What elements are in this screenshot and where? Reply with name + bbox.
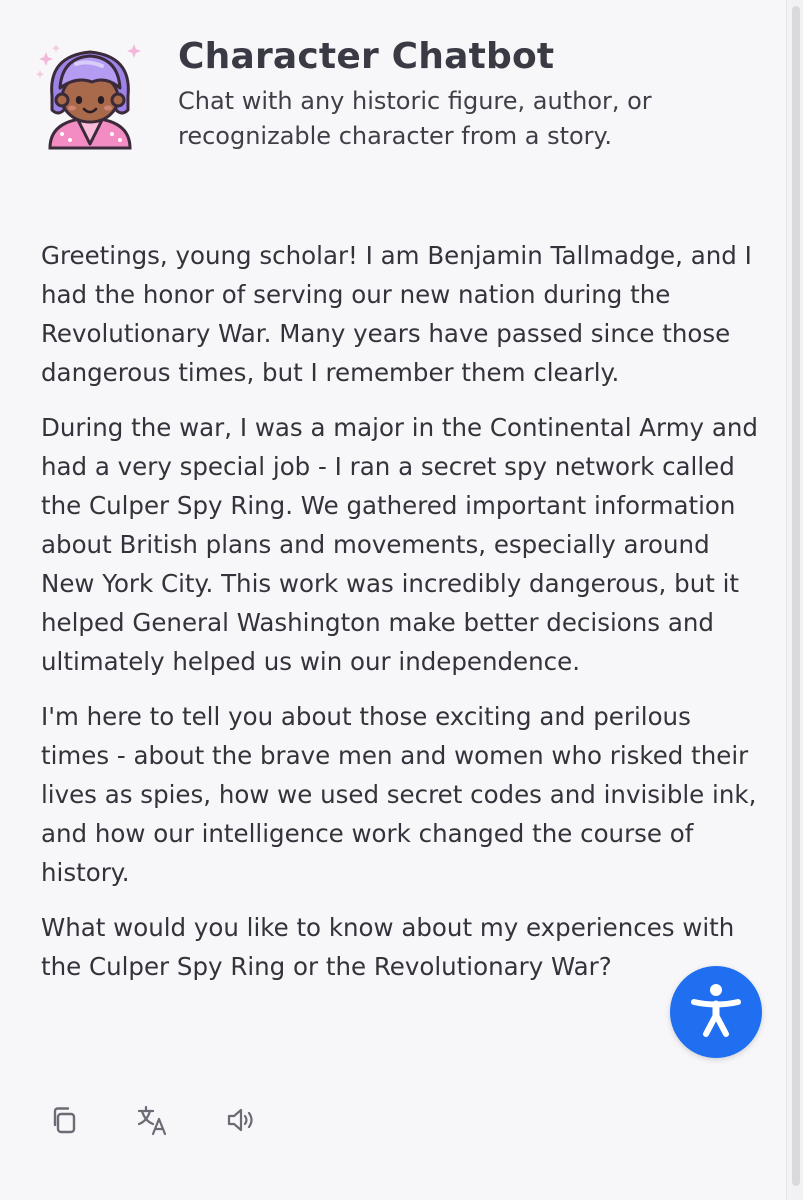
message-paragraph: During the war, I was a major in the Con… [41,413,758,676]
scrollbar-thumb[interactable] [792,6,800,1186]
accessibility-icon [686,980,746,1044]
page-subtitle: Chat with any historic figure, author, o… [178,87,652,150]
scrollbar[interactable] [786,0,803,1200]
translate-button[interactable] [132,1102,172,1142]
character-avatar-icon [32,36,148,154]
speaker-icon [222,1102,258,1142]
translate-icon [134,1102,170,1142]
speaker-button[interactable] [220,1102,260,1142]
message-paragraph: What would you like to know about my exp… [41,913,735,981]
message-paragraph: Greetings, young scholar! I am Benjamin … [41,241,752,387]
assistant-message: Greetings, young scholar! I am Benjamin … [41,236,763,1066]
page-title: Character Chatbot [178,36,555,77]
accessibility-button[interactable] [670,966,762,1058]
chat-page: Character Chatbot Chat with any historic… [0,0,787,1200]
copy-icon [46,1102,82,1142]
app-header: Character Chatbot Chat with any historic… [32,32,772,162]
copy-button[interactable] [44,1102,84,1142]
message-paragraph: I'm here to tell you about those excitin… [41,702,757,887]
